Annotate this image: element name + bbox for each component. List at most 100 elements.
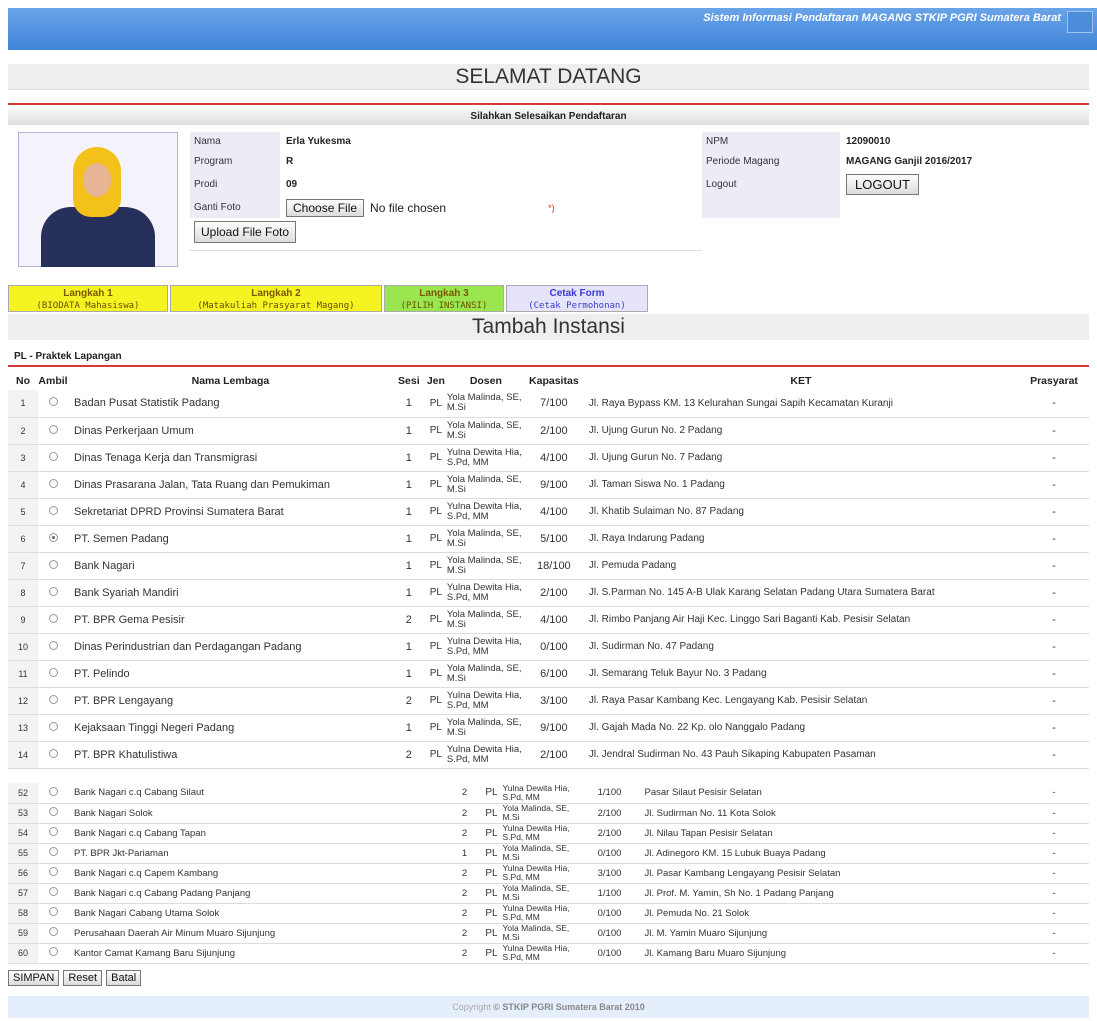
ambil-radio[interactable] <box>48 694 58 704</box>
table-row: 6 PT. Semen Padang 1 PL Yola Malinda, SE, M.… <box>8 525 1089 553</box>
ambil-radio[interactable] <box>48 786 58 796</box>
sesi-value: 2 <box>448 923 481 944</box>
row-number: 12 <box>8 687 38 715</box>
sesi-value: 2 <box>392 606 425 634</box>
row-number: 7 <box>8 552 38 580</box>
dosen-value: Yola Malinda, SE, M.Si <box>502 803 581 824</box>
ambil-cell <box>38 471 68 499</box>
ambil-radio[interactable] <box>48 505 58 515</box>
jen-value: PL <box>424 687 447 715</box>
batal-button[interactable]: Batal <box>106 970 142 986</box>
ambil-radio[interactable] <box>48 424 58 434</box>
table-row: 12 PT. BPR Lengayang 2 PL Yulna Dewita Hia, … <box>8 687 1089 715</box>
ket-value: Jl. Semarang Teluk Bayur No. 3 Padang <box>582 660 1019 688</box>
sesi-value: 2 <box>448 883 481 904</box>
logout-button[interactable]: LOGOUT <box>846 174 919 195</box>
ambil-radio[interactable] <box>48 927 58 936</box>
ambil-cell <box>38 803 68 824</box>
dosen-value: Yulna Dewita Hia, S.Pd, MM <box>502 783 581 804</box>
step-title: Langkah 3 <box>419 288 469 299</box>
ket-value: Jl. Rimbo Panjang Air Haji Kec. Linggo S… <box>582 606 1019 634</box>
ambil-cell <box>38 579 68 607</box>
ambil-radio[interactable] <box>48 532 58 542</box>
ambil-radio[interactable] <box>48 748 58 758</box>
ambil-radio[interactable] <box>48 847 58 856</box>
table-row: 60 Kantor Camat Kamang Baru Sijunjung 2 PL Y… <box>8 943 1089 964</box>
jen-value: PL <box>424 741 447 769</box>
ambil-radio[interactable] <box>48 807 58 816</box>
kapasitas-value: 7/100 <box>524 390 583 418</box>
ambil-cell <box>38 525 68 553</box>
ambil-radio[interactable] <box>48 451 58 461</box>
ambil-cell <box>38 417 68 445</box>
ambil-radio[interactable] <box>48 947 58 956</box>
footer-prefix: Copyright <box>452 1002 491 1012</box>
row-number: 1 <box>8 390 38 418</box>
sesi-value: 2 <box>448 823 481 844</box>
step-subtitle: (PILIH INSTANSI) <box>400 301 488 311</box>
app-header: Sistem Informasi Pendaftaran MAGANG STKI… <box>8 8 1097 50</box>
app-title: Sistem Informasi Pendaftaran MAGANG STKI… <box>703 12 1061 24</box>
required-mark: *) <box>548 203 555 213</box>
ambil-radio[interactable] <box>48 887 58 896</box>
ket-value: Jl. Gajah Mada No. 22 Kp. olo Nanggalo P… <box>582 714 1019 742</box>
kapasitas-value: 5/100 <box>524 525 583 553</box>
ambil-radio[interactable] <box>48 827 58 836</box>
ambil-radio[interactable] <box>48 640 58 650</box>
row-number: 11 <box>8 660 38 688</box>
jen-value: PL <box>480 883 503 904</box>
ambil-radio[interactable] <box>48 721 58 731</box>
sesi-value: 1 <box>392 660 425 688</box>
ambil-radio[interactable] <box>48 478 58 488</box>
dosen-value: Yola Malinda, SE, M.Si <box>446 714 525 742</box>
simpan-button[interactable]: SIMPAN <box>8 970 60 986</box>
ket-value: Jl. Adinegoro KM. 15 Lubuk Buaya Padang <box>638 843 1019 864</box>
ambil-cell <box>38 883 68 904</box>
sesi-value: 1 <box>392 417 425 445</box>
ambil-radio[interactable] <box>48 586 58 596</box>
ambil-radio[interactable] <box>48 907 58 916</box>
step-tab-3[interactable]: Langkah 3 (PILIH INSTANSI) <box>384 285 504 312</box>
institution-name: Bank Nagari c.q Capem Kambang <box>68 863 449 884</box>
row-number: 3 <box>8 444 38 472</box>
jen-value: PL <box>480 863 503 884</box>
dosen-value: Yola Malinda, SE, M.Si <box>502 923 581 944</box>
step-tab-1[interactable]: Langkah 1 (BIODATA Mahasiswa) <box>8 285 168 312</box>
instansi-table: No Ambil Nama Lembaga Sesi Jen Dosen Kap… <box>8 372 1089 769</box>
ambil-radio[interactable] <box>48 667 58 677</box>
jen-value: PL <box>424 660 447 688</box>
jen-value: PL <box>424 417 447 445</box>
step-subtitle: (Cetak Permohonan) <box>528 301 626 311</box>
table-row: 7 Bank Nagari 1 PL Yola Malinda, SE, M.Si 18/… <box>8 552 1089 580</box>
row-number: 2 <box>8 417 38 445</box>
dosen-value: Yola Malinda, SE, M.Si <box>446 390 525 418</box>
reset-button[interactable]: Reset <box>63 970 103 986</box>
ambil-radio[interactable] <box>48 613 58 623</box>
ambil-radio[interactable] <box>48 559 58 569</box>
kapasitas-value: 18/100 <box>524 552 583 580</box>
upload-photo-button[interactable]: Upload File Foto <box>194 221 297 243</box>
ganti-foto-label: Ganti Foto <box>190 198 280 218</box>
kapasitas-value: 0/100 <box>580 843 639 864</box>
window-button[interactable] <box>1067 11 1093 33</box>
prasyarat-value: - <box>1019 863 1089 884</box>
ket-value: Jl. Ujung Gurun No. 7 Padang <box>582 444 1019 472</box>
step-tab-2[interactable]: Langkah 2 (Matakuliah Prasyarat Magang) <box>170 285 382 312</box>
choose-file-button[interactable]: Choose File <box>286 199 365 217</box>
kapasitas-value: 2/100 <box>524 741 583 769</box>
ket-value: Jl. Jendral Sudirman No. 43 Pauh Sikapin… <box>582 741 1019 769</box>
table-row: 52 Bank Nagari c.q Cabang Silaut 2 PL Yulna … <box>8 783 1089 804</box>
program-label: Program <box>190 152 280 172</box>
npm-label: NPM <box>702 132 840 152</box>
prasyarat-value: - <box>1019 633 1089 661</box>
form-actions: SIMPAN Reset Batal <box>8 970 142 986</box>
ambil-radio[interactable] <box>48 867 58 876</box>
ambil-radio[interactable] <box>48 397 58 407</box>
dosen-value: Yola Malinda, SE, M.Si <box>446 525 525 553</box>
prasyarat-value: - <box>1019 903 1089 924</box>
table-header: No Ambil Nama Lembaga Sesi Jen Dosen Kap… <box>8 372 1089 390</box>
row-number: 56 <box>8 863 38 884</box>
ambil-cell <box>38 843 68 864</box>
kapasitas-value: 2/100 <box>580 803 639 824</box>
step-tab-4[interactable]: Cetak Form (Cetak Permohonan) <box>506 285 648 312</box>
